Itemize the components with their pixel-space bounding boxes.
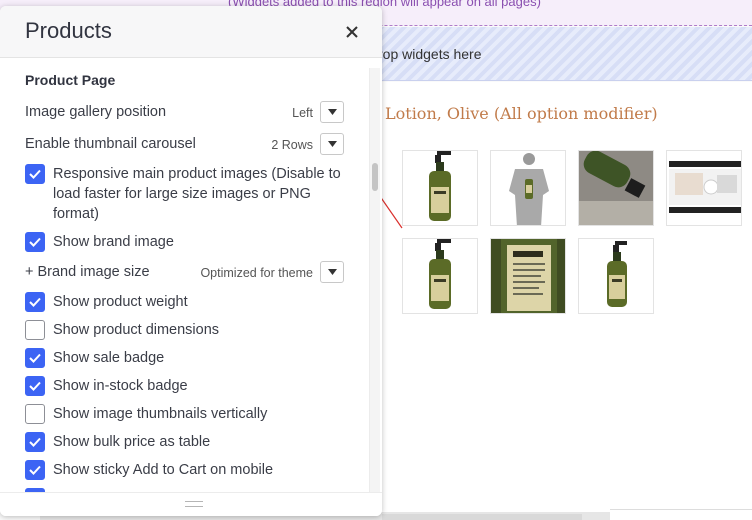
brand-image-size-value: Optimized for theme <box>200 266 313 280</box>
caret-down-icon <box>328 109 337 115</box>
product-thumbnail-5[interactable] <box>402 238 478 314</box>
checkmark-icon <box>29 465 41 475</box>
show-product-dimensions-label: Show product dimensions <box>53 322 220 338</box>
panel-scrollbar[interactable] <box>369 68 380 492</box>
panel-footer <box>0 492 382 516</box>
product-thumbnail-6[interactable] <box>490 238 566 314</box>
product-thumbnail-7[interactable] <box>578 238 654 314</box>
close-button[interactable] <box>341 21 363 43</box>
checkmark-icon <box>29 437 41 447</box>
thumbnail-carousel-dropdown[interactable] <box>320 133 344 155</box>
thumbnail-carousel-label: Enable thumbnail carousel <box>25 136 196 152</box>
image-gallery-label: Image gallery position <box>25 104 167 120</box>
panel-title: Products <box>25 18 112 43</box>
thumbnail-carousel-value: 2 Rows <box>271 138 313 152</box>
show-product-weight-checkbox[interactable] <box>25 292 45 312</box>
brand-image-size-label: + Brand image size <box>25 264 150 280</box>
caret-down-icon <box>328 141 337 147</box>
product-thumbnail-1[interactable] <box>402 150 478 226</box>
show-product-dimensions-checkbox[interactable] <box>25 320 45 340</box>
show-product-weight-label: Show product weight <box>53 294 188 310</box>
checkmark-icon <box>29 353 41 363</box>
sticky-add-to-cart-label: Show sticky Add to Cart on mobile <box>53 462 274 478</box>
checkmark-icon <box>29 297 41 307</box>
product-title: Lotion, Olive (All option modifier) <box>385 104 658 123</box>
caret-down-icon <box>328 269 337 275</box>
responsive-images-checkbox[interactable] <box>25 164 45 184</box>
page-bottom-strip-2 <box>382 514 582 520</box>
bulk-price-table-checkbox[interactable] <box>25 432 45 452</box>
page: (Widgets added to this region will appea… <box>0 0 752 520</box>
product-thumbnail-2[interactable] <box>490 150 566 226</box>
panel-header: Products <box>0 6 382 58</box>
show-sale-badge-label: Show sale badge <box>53 350 165 366</box>
product-thumbnail-4[interactable] <box>666 150 742 226</box>
scrollbar-thumb[interactable] <box>372 163 378 191</box>
sticky-add-to-cart-checkbox[interactable] <box>25 460 45 480</box>
resize-grip-icon[interactable] <box>185 501 203 507</box>
show-in-stock-badge-checkbox[interactable] <box>25 376 45 396</box>
product-thumbnail-3[interactable] <box>578 150 654 226</box>
section-heading: Product Page <box>25 72 116 88</box>
drop-zone-text: rop widgets here <box>378 46 482 62</box>
show-sale-badge-checkbox[interactable] <box>25 348 45 368</box>
responsive-images-label: Responsive main product images (Disable … <box>53 166 341 222</box>
close-icon <box>346 26 358 38</box>
checkmark-icon <box>29 169 41 179</box>
image-gallery-dropdown[interactable] <box>320 101 344 123</box>
thumbnails-vertically-checkbox[interactable] <box>25 404 45 424</box>
show-brand-image-label: Show brand image <box>53 234 174 250</box>
checkmark-icon <box>29 381 41 391</box>
show-brand-image-checkbox[interactable] <box>25 232 45 252</box>
show-in-stock-badge-label: Show in-stock badge <box>53 378 188 394</box>
page-bottom-card <box>610 509 752 520</box>
checkmark-icon <box>29 237 41 247</box>
products-settings-panel: Products Product Page Image gallery posi… <box>0 6 382 516</box>
image-gallery-value: Left <box>292 106 313 120</box>
bulk-price-table-label: Show bulk price as table <box>53 434 211 450</box>
brand-image-size-dropdown[interactable] <box>320 261 344 283</box>
thumbnails-vertically-label: Show image thumbnails vertically <box>53 406 268 422</box>
